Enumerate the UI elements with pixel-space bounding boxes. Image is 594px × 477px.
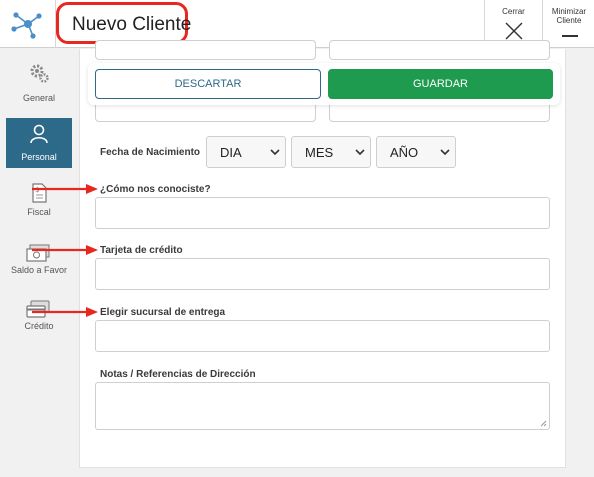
sidebar-item-label: General <box>22 93 56 103</box>
referral-label: ¿Cómo nos conociste? <box>100 184 211 195</box>
credit-card-label: Tarjeta de crédito <box>100 245 183 256</box>
sidebar-item-label: Crédito <box>24 321 54 331</box>
sidebar: General Personal $ Fiscal Saldo a Favor <box>0 49 80 477</box>
birthdate-label: Fecha de Nacimiento <box>100 147 201 158</box>
chevron-down-icon <box>355 149 365 156</box>
app-logo-icon <box>0 0 56 48</box>
sidebar-item-label: Personal <box>21 152 57 162</box>
minimize-button[interactable]: Minimizar Cliente <box>542 0 594 48</box>
chevron-down-icon <box>440 149 450 156</box>
notes-label: Notas / Referencias de Dirección <box>100 369 256 380</box>
annotation-arrow <box>32 245 98 255</box>
sidebar-item-label: Saldo a Favor <box>10 265 68 275</box>
notes-textarea[interactable] <box>95 382 550 430</box>
title-highlight: Nuevo Cliente <box>56 2 192 44</box>
sidebar-item-label: Fiscal <box>27 207 51 217</box>
day-select-value: DIA <box>220 145 242 160</box>
month-select[interactable]: MES <box>291 136 371 168</box>
annotation-arrow <box>32 184 98 194</box>
minimize-icon <box>562 35 578 37</box>
save-button[interactable]: GUARDAR <box>328 69 553 99</box>
minimize-label: Minimizar Cliente <box>551 7 587 25</box>
close-label: Cerrar <box>502 7 525 16</box>
page-title: Nuevo Cliente <box>72 14 192 35</box>
annotation-arrow <box>32 307 98 317</box>
branch-input[interactable] <box>95 320 550 352</box>
discard-button[interactable]: DESCARTAR <box>95 69 321 99</box>
sidebar-item-general[interactable]: General <box>6 59 72 109</box>
year-select[interactable]: AÑO <box>376 136 456 168</box>
sidebar-item-personal[interactable]: Personal <box>6 118 72 168</box>
resize-handle-icon[interactable] <box>540 420 547 427</box>
user-icon <box>30 124 48 144</box>
year-select-value: AÑO <box>390 145 419 160</box>
gears-icon <box>30 64 49 83</box>
day-select[interactable]: DIA <box>206 136 286 168</box>
sidebar-item-credito[interactable]: Crédito <box>6 295 72 345</box>
month-select-value: MES <box>305 145 334 160</box>
branch-label: Elegir sucursal de entrega <box>100 307 226 318</box>
hidden-input[interactable] <box>329 40 550 60</box>
close-icon <box>505 22 523 40</box>
referral-input[interactable] <box>95 197 550 229</box>
hidden-input[interactable] <box>95 40 316 60</box>
chevron-down-icon <box>270 149 280 156</box>
credit-card-input[interactable] <box>95 258 550 290</box>
